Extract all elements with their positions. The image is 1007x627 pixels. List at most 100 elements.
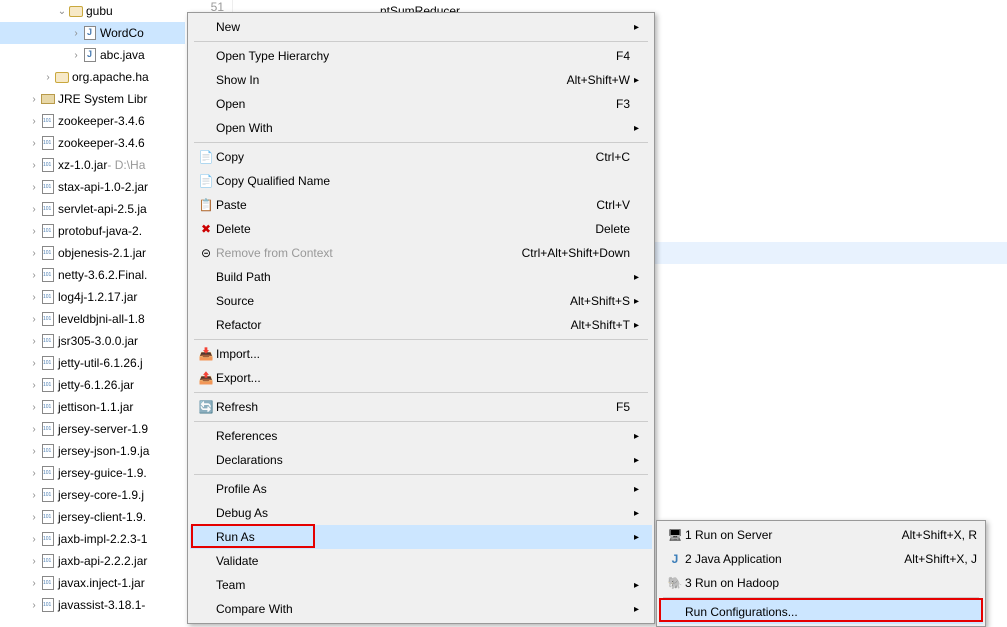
menu-copy-qualified[interactable]: 📄Copy Qualified Name — [190, 169, 652, 193]
expand-arrow-icon[interactable]: › — [28, 490, 40, 501]
menu-show-in[interactable]: Show InAlt+Shift+W▸ — [190, 68, 652, 92]
expand-arrow-icon[interactable]: › — [28, 468, 40, 479]
tree-label: jetty-util-6.1.26.j — [58, 356, 143, 370]
expand-arrow-icon[interactable]: › — [28, 424, 40, 435]
expand-arrow-icon[interactable]: › — [70, 50, 82, 61]
expand-arrow-icon[interactable]: › — [28, 600, 40, 611]
expand-arrow-icon[interactable]: › — [28, 226, 40, 237]
submenu-run-as[interactable]: 🖥1 Run on ServerAlt+Shift+X, RJ2 Java Ap… — [656, 520, 986, 627]
menu-compare-with[interactable]: Compare With▸ — [190, 597, 652, 621]
tree-item-gubu[interactable]: ⌄gubu — [0, 0, 185, 22]
expand-arrow-icon[interactable]: › — [28, 314, 40, 325]
sub-run-hadoop[interactable]: 🐘3 Run on Hadoop — [659, 571, 983, 595]
tree-label: jersey-client-1.9. — [58, 510, 146, 524]
expand-arrow-icon[interactable]: › — [42, 72, 54, 83]
menu-label: Open With — [216, 121, 630, 135]
tree-item-stax[interactable]: ›stax-api-1.0-2.jar — [0, 176, 185, 198]
menu-new[interactable]: New▸ — [190, 15, 652, 39]
menu-refresh[interactable]: 🔄RefreshF5 — [190, 395, 652, 419]
package-explorer[interactable]: ⌄gubu›WordCo›abc.java›org.apache.ha›JRE … — [0, 0, 185, 623]
menu-label: Refresh — [216, 400, 616, 414]
tree-item-jetty[interactable]: ›jetty-6.1.26.jar — [0, 374, 185, 396]
tree-item-jettison[interactable]: ›jettison-1.1.jar — [0, 396, 185, 418]
expand-arrow-icon[interactable]: › — [28, 270, 40, 281]
tree-label: jersey-server-1.9 — [58, 422, 148, 436]
tree-item-jersey-server[interactable]: › jersey-server-1.9 — [0, 418, 185, 440]
menu-export[interactable]: 📤Export... — [190, 366, 652, 390]
tree-item-org-apache[interactable]: ›org.apache.ha — [0, 66, 185, 88]
menu-open[interactable]: OpenF3 — [190, 92, 652, 116]
sub-run-config[interactable]: Run Configurations... — [659, 600, 983, 624]
tree-item-leveldb[interactable]: ›leveldbjni-all-1.8 — [0, 308, 185, 330]
menu-open-with[interactable]: Open With▸ — [190, 116, 652, 140]
sub-java-app[interactable]: J2 Java ApplicationAlt+Shift+X, J — [659, 547, 983, 571]
jar-icon — [40, 597, 56, 613]
expand-arrow-icon[interactable]: › — [28, 248, 40, 259]
tree-item-jersey-core[interactable]: › jersey-core-1.9.j — [0, 484, 185, 506]
tree-item-jettyutil[interactable]: › jetty-util-6.1.26.j — [0, 352, 185, 374]
menu-label: Run As — [216, 530, 630, 544]
menu-import[interactable]: 📥Import... — [190, 342, 652, 366]
tree-label: jersey-core-1.9.j — [58, 488, 144, 502]
menu-run-as[interactable]: Run As▸ — [190, 525, 652, 549]
expand-arrow-icon[interactable]: › — [28, 336, 40, 347]
expand-arrow-icon[interactable]: › — [28, 138, 40, 149]
expand-arrow-icon[interactable]: ⌄ — [56, 6, 68, 17]
tree-label: javax.inject-1.jar — [58, 576, 145, 590]
expand-arrow-icon[interactable]: › — [28, 94, 40, 105]
tree-item-objenesis[interactable]: ›objenesis-2.1.jar — [0, 242, 185, 264]
tree-item-jre[interactable]: ›JRE System Libr — [0, 88, 185, 110]
menu-open-type-hierarchy[interactable]: Open Type HierarchyF4 — [190, 44, 652, 68]
expand-arrow-icon[interactable]: › — [28, 358, 40, 369]
expand-arrow-icon[interactable]: › — [28, 402, 40, 413]
menu-copy[interactable]: 📄CopyCtrl+C — [190, 145, 652, 169]
tree-item-zk1[interactable]: ›zookeeper-3.4.6 — [0, 110, 185, 132]
tree-item-jaxb-api[interactable]: ›jaxb-api-2.2.2.jar — [0, 550, 185, 572]
expand-arrow-icon[interactable]: › — [28, 534, 40, 545]
menu-label: Validate — [216, 554, 630, 568]
tree-item-protobuf[interactable]: ›protobuf-java-2. — [0, 220, 185, 242]
expand-arrow-icon[interactable]: › — [28, 578, 40, 589]
menu-separator — [194, 339, 648, 340]
tree-item-jersey-guice[interactable]: ›jersey-guice-1.9. — [0, 462, 185, 484]
menu-build-path[interactable]: Build Path▸ — [190, 265, 652, 289]
menu-paste[interactable]: 📋PasteCtrl+V — [190, 193, 652, 217]
tree-item-zk2[interactable]: ›zookeeper-3.4.6 — [0, 132, 185, 154]
menu-declarations[interactable]: Declarations▸ — [190, 448, 652, 472]
tree-item-javax-inject[interactable]: › javax.inject-1.jar — [0, 572, 185, 594]
menu-delete[interactable]: ✖DeleteDelete — [190, 217, 652, 241]
expand-arrow-icon[interactable]: › — [28, 446, 40, 457]
menu-team[interactable]: Team▸ — [190, 573, 652, 597]
menu-source[interactable]: SourceAlt+Shift+S▸ — [190, 289, 652, 313]
menu-label: Compare With — [216, 602, 630, 616]
tree-item-jersey-json[interactable]: ›jersey-json-1.9.ja — [0, 440, 185, 462]
expand-arrow-icon[interactable]: › — [70, 28, 82, 39]
expand-arrow-icon[interactable]: › — [28, 160, 40, 171]
tree-item-netty[interactable]: ›netty-3.6.2.Final. — [0, 264, 185, 286]
menu-validate[interactable]: Validate — [190, 549, 652, 573]
context-menu[interactable]: New▸ Open Type HierarchyF4Show InAlt+Shif… — [187, 12, 655, 624]
expand-arrow-icon[interactable]: › — [28, 512, 40, 523]
expand-arrow-icon[interactable]: › — [28, 204, 40, 215]
tree-item-wordco[interactable]: ›WordCo — [0, 22, 185, 44]
expand-arrow-icon[interactable]: › — [28, 556, 40, 567]
tree-item-javassist[interactable]: ›javassist-3.18.1- — [0, 594, 185, 616]
expand-arrow-icon[interactable]: › — [28, 182, 40, 193]
tree-item-jaxb-impl[interactable]: ›jaxb-impl-2.2.3-1 — [0, 528, 185, 550]
expand-arrow-icon[interactable]: › — [28, 380, 40, 391]
tree-item-xz[interactable]: ›xz-1.0.jar - D:\Ha — [0, 154, 185, 176]
expand-arrow-icon[interactable]: › — [28, 292, 40, 303]
menu-debug-as[interactable]: Debug As▸ — [190, 501, 652, 525]
tree-item-jersey-client[interactable]: › jersey-client-1.9. — [0, 506, 185, 528]
menu-refactor[interactable]: RefactorAlt+Shift+T▸ — [190, 313, 652, 337]
sub-run-server[interactable]: 🖥1 Run on ServerAlt+Shift+X, R — [659, 523, 983, 547]
tree-item-servlet[interactable]: ›servlet-api-2.5.ja — [0, 198, 185, 220]
jar-icon — [40, 531, 56, 547]
menu-references[interactable]: References▸ — [190, 424, 652, 448]
tree-item-log4j[interactable]: ›log4j-1.2.17.jar — [0, 286, 185, 308]
tree-item-jsr305[interactable]: ›jsr305-3.0.0.jar — [0, 330, 185, 352]
menu-profile-as[interactable]: Profile As▸ — [190, 477, 652, 501]
tree-item-abc[interactable]: ›abc.java — [0, 44, 185, 66]
submenu-arrow-icon: ▸ — [634, 508, 646, 519]
expand-arrow-icon[interactable]: › — [28, 116, 40, 127]
